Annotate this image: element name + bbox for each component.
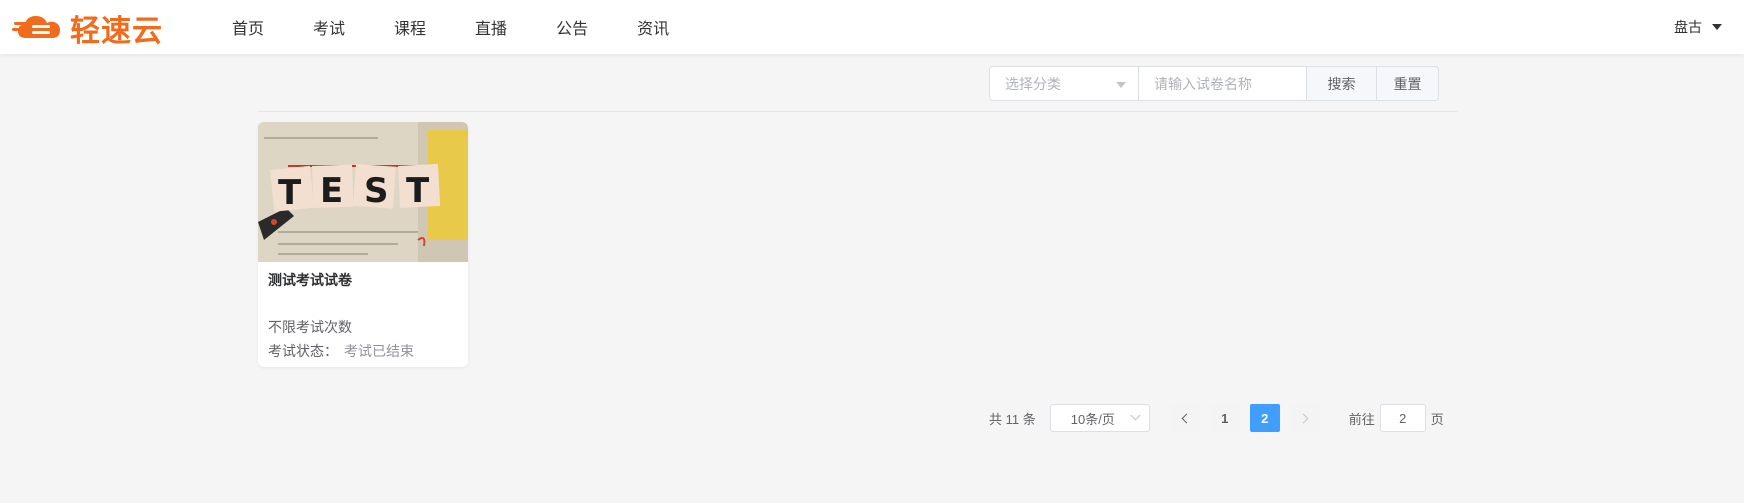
brand-logo[interactable]: 轻速云 bbox=[12, 10, 163, 49]
cloud-logo-icon bbox=[12, 16, 60, 38]
next-page-button[interactable] bbox=[1289, 404, 1320, 432]
user-menu[interactable]: 盘古 bbox=[1674, 0, 1722, 54]
pagination: 共 11 条 10条/页 1 2 前往 页 bbox=[989, 404, 1444, 432]
filter-divider bbox=[258, 111, 1458, 112]
exam-name-input[interactable] bbox=[1139, 66, 1307, 101]
top-header: 轻速云 首页 考试 课程 直播 公告 资讯 盘古 bbox=[0, 0, 1744, 54]
caret-down-icon bbox=[1116, 82, 1126, 88]
caret-down-icon bbox=[1712, 24, 1722, 30]
thumbnail-letter-t: T bbox=[278, 173, 302, 213]
reset-button[interactable]: 重置 bbox=[1377, 66, 1439, 101]
exam-status: 考试状态： 考试已结束 bbox=[268, 341, 414, 361]
page-size-value: 10条/页 bbox=[1070, 411, 1115, 427]
exam-filter-bar: 选择分类 搜索 重置 bbox=[989, 66, 1439, 101]
search-button[interactable]: 搜索 bbox=[1307, 66, 1377, 101]
exam-card[interactable]: T E S T 测试考试试卷 不限考试次数 考试状态： 考试已结束 bbox=[258, 122, 468, 367]
page-suffix: 页 bbox=[1430, 411, 1444, 427]
exam-status-label: 考试状态： bbox=[268, 343, 338, 359]
page-jumper: 前往 页 bbox=[1349, 404, 1444, 432]
goto-label: 前往 bbox=[1348, 411, 1375, 427]
page-size-select[interactable]: 10条/页 bbox=[1049, 404, 1150, 432]
goto-page-input[interactable] bbox=[1379, 404, 1426, 432]
thumbnail-letter-t2: T bbox=[406, 171, 430, 211]
pagination-total: 共 11 条 bbox=[989, 411, 1036, 427]
nav-item-live[interactable]: 直播 bbox=[475, 15, 507, 39]
main-nav: 首页 考试 课程 直播 公告 资讯 bbox=[232, 0, 718, 54]
chevron-right-icon bbox=[1298, 413, 1309, 423]
nav-item-courses[interactable]: 课程 bbox=[394, 15, 426, 39]
user-name: 盘古 bbox=[1674, 19, 1702, 35]
nav-item-news[interactable]: 资讯 bbox=[637, 15, 669, 39]
thumbnail-letter-e: E bbox=[320, 171, 343, 211]
chevron-left-icon bbox=[1181, 413, 1192, 423]
category-select-placeholder: 选择分类 bbox=[1005, 75, 1061, 92]
chevron-down-icon bbox=[1130, 410, 1141, 421]
nav-item-home[interactable]: 首页 bbox=[232, 15, 264, 39]
nav-item-exams[interactable]: 考试 bbox=[313, 15, 345, 39]
nav-item-notices[interactable]: 公告 bbox=[556, 15, 588, 39]
thumbnail-letter-s: S bbox=[364, 171, 389, 211]
exam-attempts: 不限考试次数 bbox=[268, 319, 352, 335]
brand-name: 轻速云 bbox=[70, 14, 163, 49]
page-button-1[interactable]: 1 bbox=[1209, 404, 1240, 432]
exam-title: 测试考试试卷 bbox=[268, 272, 352, 288]
exam-thumbnail-image: T E S T bbox=[258, 122, 468, 262]
category-select[interactable]: 选择分类 bbox=[989, 66, 1139, 101]
exam-status-value: 考试已结束 bbox=[344, 343, 414, 359]
page-button-2[interactable]: 2 bbox=[1249, 404, 1280, 432]
prev-page-button[interactable] bbox=[1169, 404, 1200, 432]
